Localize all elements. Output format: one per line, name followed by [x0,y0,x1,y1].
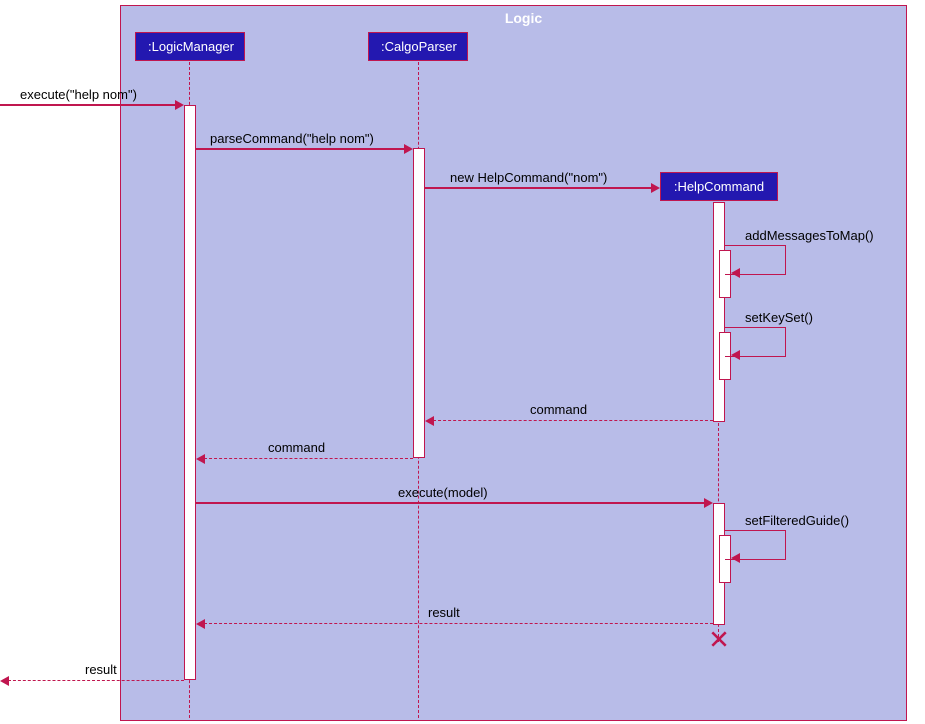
participant-calgoparser: :CalgoParser [368,32,468,61]
arrow-m1 [0,104,176,106]
arrowhead-m5 [731,350,740,360]
arrow-m2 [196,148,406,150]
arrow-m7 [204,458,413,459]
participant-helpcommand: :HelpCommand [660,172,778,201]
msg-return-command-1: command [530,402,587,417]
arrowhead-m8 [704,498,713,508]
msg-parsecommand: parseCommand("help nom") [210,131,374,146]
participant-logicmanager: :LogicManager [135,32,245,61]
logic-frame: Logic [120,5,907,721]
arrowhead-m4 [731,268,740,278]
arrowhead-m1 [175,100,184,110]
msg-execute-model: execute(model) [398,485,488,500]
arrowhead-m9 [731,553,740,563]
arrow-m6 [433,420,713,421]
msg-setkeyset: setKeySet() [745,310,813,325]
arrowhead-m2 [404,144,413,154]
arrowhead-m11 [0,676,9,686]
msg-setfilteredguide: setFilteredGuide() [745,513,849,528]
msg-return-result-1: result [428,605,460,620]
msg-execute-help-nom: execute("help nom") [20,87,137,102]
msg-new-helpcommand: new HelpCommand("nom") [450,170,607,185]
arrow-m10 [204,623,713,624]
activation-helpcommand-1 [713,202,725,422]
arrow-m8 [196,502,706,504]
arrowhead-m10 [196,619,205,629]
activation-calgoparser [413,148,425,458]
arrow-m3 [425,187,653,189]
frame-title: Logic [121,6,925,30]
arrowhead-m3 [651,183,660,193]
msg-addmessagestomap: addMessagesToMap() [745,228,874,243]
msg-return-result-2: result [85,662,117,677]
arrow-m11 [8,680,184,681]
arrowhead-m7 [196,454,205,464]
activation-logicmanager [184,105,196,680]
msg-return-command-2: command [268,440,325,455]
arrowhead-m6 [425,416,434,426]
destroy-helpcommand: ✕ [708,625,730,656]
